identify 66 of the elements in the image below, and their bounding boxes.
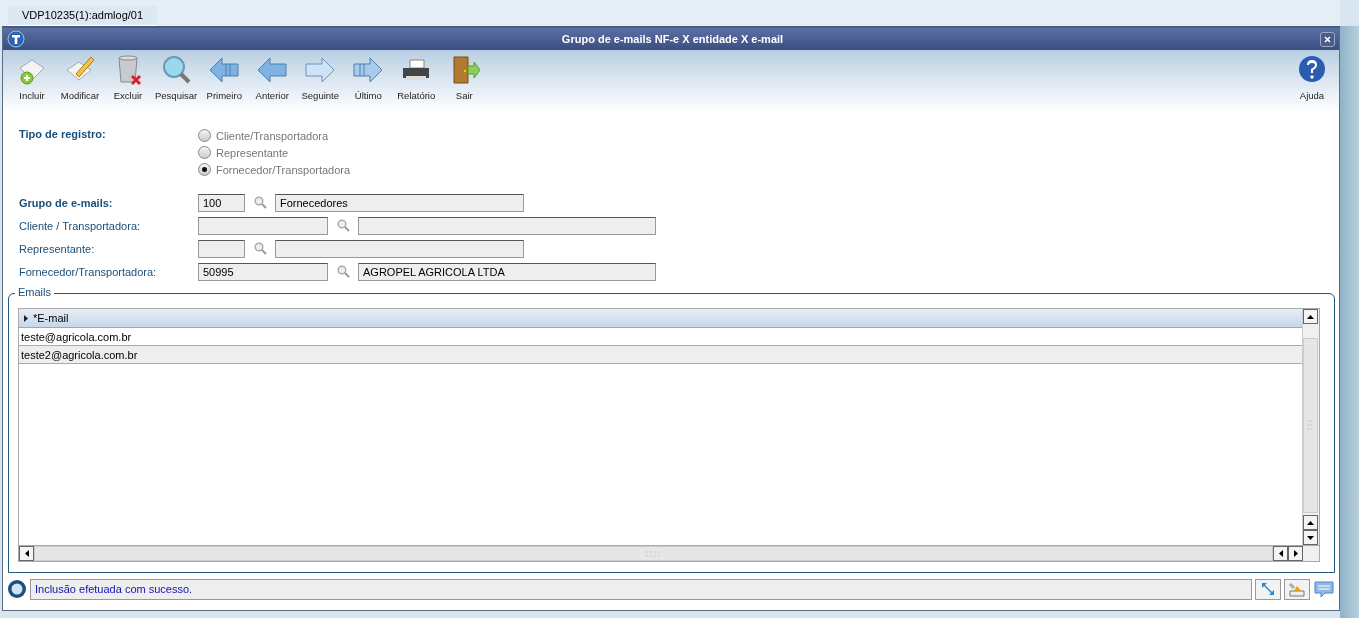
field-label: Fornecedor/Transportadora: [19, 265, 158, 278]
toolbar-button[interactable]: Excluir [105, 54, 151, 101]
scroll-up-button[interactable] [1303, 515, 1318, 530]
left-arrow-icon [1278, 550, 1283, 557]
code-field[interactable]: 100 [198, 193, 245, 212]
scroll-down-button[interactable] [1303, 530, 1318, 545]
resize-button[interactable] [1255, 578, 1281, 600]
up-arrow-icon [1307, 314, 1314, 319]
up-arrow-icon [1307, 520, 1314, 525]
scroll-up-button[interactable] [1303, 309, 1318, 324]
description-field[interactable] [358, 216, 656, 235]
code-field[interactable]: 50995 [198, 262, 328, 281]
toolbar-button[interactable]: Último [345, 54, 392, 101]
toolbar-button[interactable]: Primeiro [201, 54, 248, 101]
code-field[interactable] [198, 239, 245, 258]
app-logo-icon [7, 30, 25, 48]
scroll-left-button[interactable] [19, 546, 34, 561]
down-arrow-icon [1307, 535, 1314, 540]
left-arrow-icon [24, 550, 29, 557]
toolbar-button[interactable]: Relatório [393, 54, 440, 101]
right-arrow-icon [1293, 550, 1298, 557]
tools-button[interactable] [1284, 578, 1310, 600]
radio-button[interactable] [198, 146, 211, 159]
status-message: Inclusão efetuada com sucesso. [30, 578, 1252, 600]
search-icon [336, 219, 350, 232]
toolbar-button[interactable]: Modificar [57, 54, 103, 101]
field-label: Grupo de e-mails: [19, 196, 114, 209]
search-icon [336, 265, 350, 278]
radio-label: Cliente/Transportadora [216, 129, 329, 142]
close-icon [1324, 35, 1331, 43]
group-legend: Emails [15, 286, 54, 298]
search-icon [160, 54, 193, 86]
toolbar-button[interactable]: Incluir [9, 54, 55, 101]
search-icon [253, 196, 267, 209]
code-field[interactable] [198, 216, 328, 235]
help-button[interactable]: Ajuda [1289, 54, 1335, 101]
chat-icon[interactable] [1313, 580, 1335, 598]
toolbar-button[interactable]: Pesquisar [153, 54, 200, 101]
wrench-keyboard-icon [1288, 581, 1306, 597]
scrollbar-thumb[interactable] [1303, 338, 1318, 513]
table-cell: teste@agricola.com.br [21, 330, 132, 343]
search-icon [253, 242, 267, 255]
scrollbar-thumb[interactable] [34, 546, 1273, 561]
description-field[interactable]: AGROPEL AGRICOLA LTDA [358, 262, 656, 281]
field-label: Cliente / Transportadora: [19, 219, 142, 232]
description-field[interactable] [275, 239, 524, 258]
table-cell: teste2@agricola.com.br [21, 348, 138, 361]
column-header[interactable]: *E-mail [19, 309, 1302, 328]
toolbar-button[interactable]: Seguinte [297, 54, 344, 101]
scroll-left-button[interactable] [1273, 546, 1288, 561]
toolbar-button[interactable]: Anterior [249, 54, 296, 101]
scroll-right-button[interactable] [1288, 546, 1303, 561]
toolbar-button[interactable]: Sair [441, 54, 488, 101]
description-field[interactable]: Fornecedores [275, 193, 524, 212]
row-pointer-icon [24, 314, 28, 322]
status-globe-icon [7, 579, 27, 599]
close-button[interactable] [1320, 31, 1335, 47]
field-label: Tipo de registro: [19, 128, 107, 142]
field-label: Representante: [19, 242, 96, 255]
radio-button[interactable] [198, 129, 211, 142]
window-tab[interactable]: VDP10235(1):admlog/01 [8, 6, 158, 26]
diagonal-arrow-icon [1260, 581, 1276, 597]
radio-label: Fornecedor/Transportadora [216, 163, 351, 176]
window-title: Grupo de e-mails NF-e X entidade X e-mail [560, 33, 785, 45]
radio-button[interactable] [198, 163, 211, 176]
radio-label: Representante [216, 146, 289, 159]
